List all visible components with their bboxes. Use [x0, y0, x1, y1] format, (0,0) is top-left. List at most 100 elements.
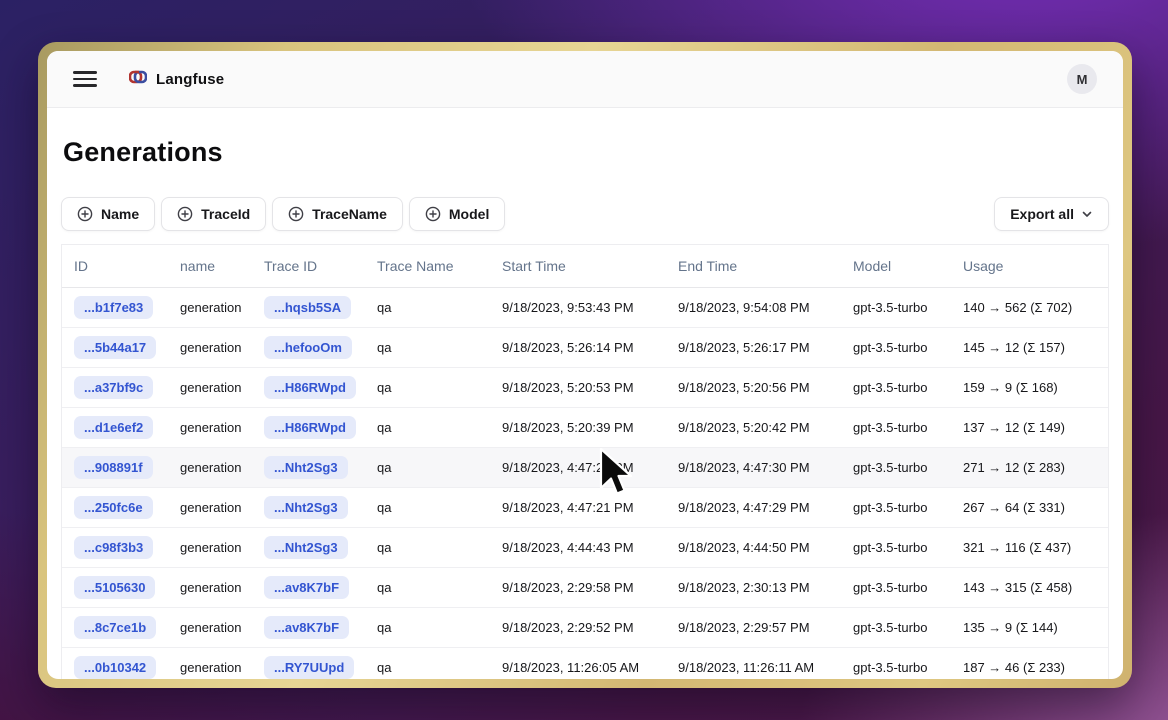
- generation-name: generation: [168, 487, 252, 527]
- generation-name: generation: [168, 407, 252, 447]
- brand-name: Langfuse: [156, 71, 224, 88]
- model-name: gpt-3.5-turbo: [841, 607, 951, 647]
- table-row[interactable]: ...5b44a17generation...hefooOmqa9/18/202…: [62, 327, 1108, 367]
- table-row[interactable]: ...5105630 generation ...av8K7bF qa 9/18/202…: [62, 567, 1108, 607]
- generation-name: generation: [168, 567, 252, 607]
- filter-button-model[interactable]: Model: [409, 197, 505, 231]
- generations-table-container: IDnameTrace IDTrace NameStart TimeEnd Ti…: [61, 244, 1109, 679]
- start-time: 9/18/2023, 11:26:05 AM: [490, 647, 666, 679]
- trace-id-badge[interactable]: ...Nht2Sg3: [264, 496, 348, 519]
- generation-id-badge[interactable]: ...c98f3b3: [74, 536, 153, 559]
- end-time: 9/18/2023, 4:47:30 PM: [666, 447, 841, 487]
- model-name: gpt-3.5-turbo: [841, 567, 951, 607]
- plus-circle-icon: [288, 206, 304, 222]
- generation-id-badge[interactable]: ...0b10342: [74, 656, 156, 679]
- generation-id-badge[interactable]: ...8c7ce1b: [74, 616, 156, 639]
- trace-name: qa: [365, 287, 490, 327]
- trace-id-badge[interactable]: ...av8K7bF: [264, 616, 349, 639]
- generation-id-badge[interactable]: ...5105630: [74, 576, 155, 599]
- generation-id-badge[interactable]: ...a37bf9c: [74, 376, 153, 399]
- generation-id-badge[interactable]: ...b1f7e83: [74, 296, 153, 319]
- filter-label: TraceId: [201, 206, 250, 222]
- brand[interactable]: Langfuse: [129, 70, 224, 89]
- trace-name: qa: [365, 607, 490, 647]
- chevron-down-icon: [1081, 208, 1093, 220]
- start-time: 9/18/2023, 5:26:14 PM: [490, 327, 666, 367]
- start-time: 9/18/2023, 5:20:53 PM: [490, 367, 666, 407]
- trace-id-badge[interactable]: ...hqsb5SA: [264, 296, 351, 319]
- trace-id-badge[interactable]: ...av8K7bF: [264, 576, 349, 599]
- token-usage: 267 → 64 (Σ 331): [951, 487, 1108, 527]
- hamburger-menu-icon[interactable]: [73, 71, 97, 87]
- trace-id-badge[interactable]: ...H86RWpd: [264, 416, 356, 439]
- end-time: 9/18/2023, 4:44:50 PM: [666, 527, 841, 567]
- trace-id-badge[interactable]: ...Nht2Sg3: [264, 536, 348, 559]
- page-title: Generations: [63, 137, 1107, 168]
- toolbar: Name TraceId TraceName Model Export all: [61, 197, 1109, 231]
- table-body: ...b1f7e83generation...hqsb5SAqa9/18/202…: [62, 287, 1108, 679]
- table-row[interactable]: ...b1f7e83generation...hqsb5SAqa9/18/202…: [62, 287, 1108, 327]
- generation-id-badge[interactable]: ...908891f: [74, 456, 153, 479]
- filter-label: Name: [101, 206, 139, 222]
- trace-name: qa: [365, 407, 490, 447]
- start-time: 9/18/2023, 4:44:43 PM: [490, 527, 666, 567]
- model-name: gpt-3.5-turbo: [841, 287, 951, 327]
- model-name: gpt-3.5-turbo: [841, 487, 951, 527]
- table-row[interactable]: ...a37bf9cgeneration...H86RWpdqa9/18/202…: [62, 367, 1108, 407]
- column-header: Trace ID: [252, 245, 365, 287]
- trace-id-badge[interactable]: ...Nht2Sg3: [264, 456, 348, 479]
- end-time: 9/18/2023, 11:26:11 AM: [666, 647, 841, 679]
- filter-button-name[interactable]: Name: [61, 197, 155, 231]
- trace-id-badge[interactable]: ...H86RWpd: [264, 376, 356, 399]
- trace-id-badge[interactable]: ...hefooOm: [264, 336, 352, 359]
- filter-button-tracename[interactable]: TraceName: [272, 197, 403, 231]
- app-window: Langfuse M Generations Name TraceId TraceN…: [47, 51, 1123, 679]
- end-time: 9/18/2023, 5:20:42 PM: [666, 407, 841, 447]
- table-row[interactable]: ...c98f3b3generation...Nht2Sg3qa9/18/202…: [62, 527, 1108, 567]
- generation-id-badge[interactable]: ...d1e6ef2: [74, 416, 153, 439]
- generation-name: generation: [168, 327, 252, 367]
- table-row[interactable]: ...d1e6ef2generation...H86RWpdqa9/18/202…: [62, 407, 1108, 447]
- end-time: 9/18/2023, 2:29:57 PM: [666, 607, 841, 647]
- plus-circle-icon: [425, 206, 441, 222]
- column-header: End Time: [666, 245, 841, 287]
- filter-button-traceid[interactable]: TraceId: [161, 197, 266, 231]
- table-row[interactable]: ...908891fgeneration...Nht2Sg3qa9/18/202…: [62, 447, 1108, 487]
- export-all-button[interactable]: Export all: [994, 197, 1109, 231]
- table-header-row: IDnameTrace IDTrace NameStart TimeEnd Ti…: [62, 245, 1108, 287]
- trace-name: qa: [365, 527, 490, 567]
- generation-name: generation: [168, 607, 252, 647]
- generation-id-badge[interactable]: ...5b44a17: [74, 336, 156, 359]
- start-time: 9/18/2023, 5:20:39 PM: [490, 407, 666, 447]
- column-header: Start Time: [490, 245, 666, 287]
- table-row[interactable]: ...0b10342generation...RY7UUpdqa9/18/202…: [62, 647, 1108, 679]
- generation-name: generation: [168, 367, 252, 407]
- column-header: Usage: [951, 245, 1108, 287]
- start-time: 9/18/2023, 2:29:52 PM: [490, 607, 666, 647]
- trace-name: qa: [365, 447, 490, 487]
- token-usage: 145 → 12 (Σ 157): [951, 327, 1108, 367]
- generation-id-badge[interactable]: ...250fc6e: [74, 496, 153, 519]
- export-all-label: Export all: [1010, 206, 1074, 222]
- token-usage: 321 → 116 (Σ 437): [951, 527, 1108, 567]
- token-usage: 159 → 9 (Σ 168): [951, 367, 1108, 407]
- table-row[interactable]: ...250fc6egeneration...Nht2Sg3qa9/18/202…: [62, 487, 1108, 527]
- trace-name: qa: [365, 647, 490, 679]
- generation-name: generation: [168, 527, 252, 567]
- end-time: 9/18/2023, 5:20:56 PM: [666, 367, 841, 407]
- column-header: Model: [841, 245, 951, 287]
- token-usage: 271 → 12 (Σ 283): [951, 447, 1108, 487]
- model-name: gpt-3.5-turbo: [841, 447, 951, 487]
- trace-name: qa: [365, 567, 490, 607]
- end-time: 9/18/2023, 2:30:13 PM: [666, 567, 841, 607]
- table-row[interactable]: ...8c7ce1bgeneration...av8K7bFqa9/18/202…: [62, 607, 1108, 647]
- trace-id-badge[interactable]: ...RY7UUpd: [264, 656, 354, 679]
- user-avatar[interactable]: M: [1067, 64, 1097, 94]
- start-time: 9/18/2023, 4:47:23 PM: [490, 447, 666, 487]
- token-usage: 143 → 315 (Σ 458): [951, 567, 1108, 607]
- model-name: gpt-3.5-turbo: [841, 367, 951, 407]
- app-window-frame: Langfuse M Generations Name TraceId TraceN…: [38, 42, 1132, 688]
- column-header: name: [168, 245, 252, 287]
- token-usage: 135 → 9 (Σ 144): [951, 607, 1108, 647]
- filter-label: Model: [449, 206, 489, 222]
